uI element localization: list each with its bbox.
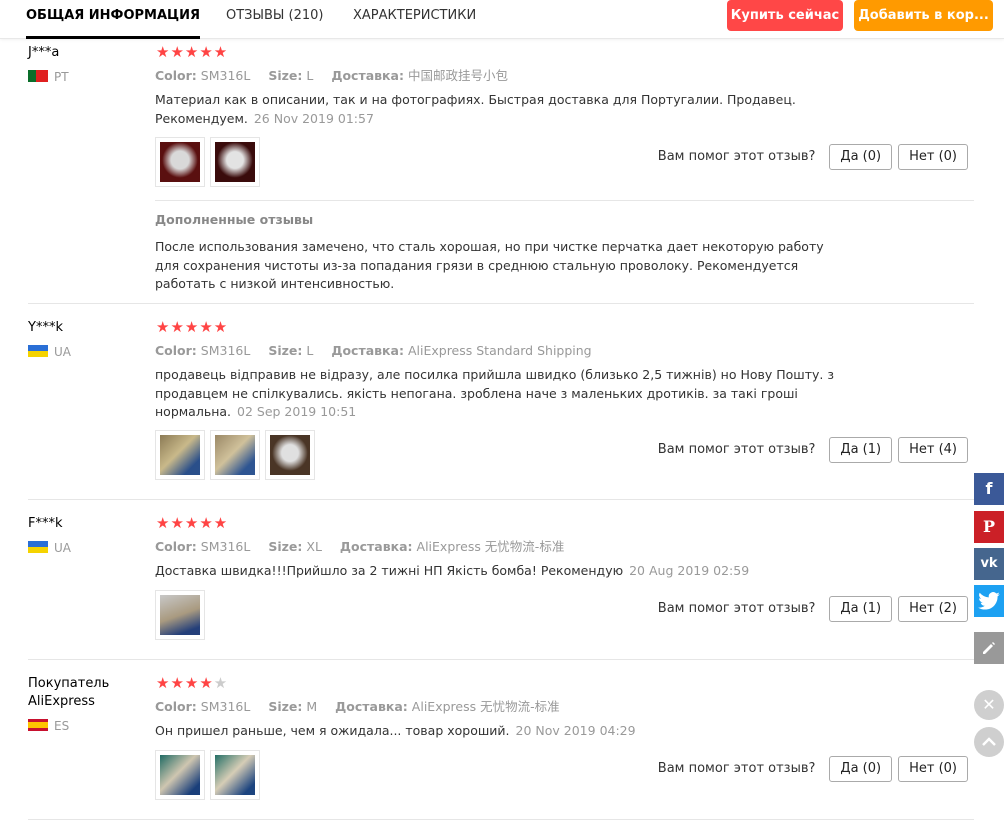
divider (155, 200, 974, 201)
review-text: Доставка швидка!!!Прийшло за 2 тижні НП … (155, 563, 750, 578)
review-date: 20 Aug 2019 02:59 (629, 563, 750, 578)
chevron-up-icon[interactable] (974, 727, 1004, 757)
helpful-block: Вам помог этот отзыв? Да (1) Нет (4) (658, 437, 968, 463)
flag-pt-icon (28, 70, 48, 82)
review-text: Он пришел раньше, чем я ожидала... товар… (155, 723, 636, 738)
review-date: 26 Nov 2019 01:57 (253, 110, 374, 126)
extra-review-text: После использования замечено, что сталь … (155, 239, 824, 291)
facebook-icon[interactable]: f (974, 473, 1004, 505)
reviewer-name: F***k (28, 516, 63, 531)
review-item: F***k UA ★★★★★ Color: SM316L Size: XL Дост… (28, 515, 974, 660)
pinterest-icon[interactable]: P (974, 511, 1004, 543)
review-photo[interactable] (155, 590, 205, 640)
flag-ua-icon (28, 541, 48, 553)
buy-now-button[interactable]: Купить сейчас (727, 0, 843, 31)
helpful-no-button[interactable]: Нет (4) (898, 437, 968, 463)
reviewer-name: Покупатель AliExpress (28, 676, 110, 709)
helpful-no-button[interactable]: Нет (0) (898, 144, 968, 170)
reviewer-name: Y***k (28, 320, 63, 335)
review-meta: Color: SM316L Size: L Доставка: AliExpress … (155, 343, 592, 358)
rating-stars: ★★★★★ (156, 514, 229, 532)
vk-icon[interactable]: vk (974, 548, 1004, 580)
reviewer-name: J***a (28, 45, 60, 60)
review-meta: Color: SM316L Size: XL Доставка: AliExpress… (155, 539, 565, 554)
helpful-block: Вам помог этот отзыв? Да (0) Нет (0) (658, 756, 968, 782)
pencil-icon[interactable] (974, 632, 1004, 664)
review-date: 20 Nov 2019 04:29 (515, 723, 636, 738)
review-text: Материал как в описании, так и на фотогр… (155, 92, 796, 126)
helpful-block: Вам помог этот отзыв? Да (1) Нет (2) (658, 596, 968, 622)
helpful-yes-button[interactable]: Да (0) (829, 144, 893, 170)
rating-stars: ★★★★★ (156, 318, 229, 336)
review-photo[interactable] (210, 750, 260, 800)
close-icon[interactable]: ✕ (974, 690, 1004, 720)
review-item: Покупатель AliExpress ES ★★★★★ Color: SM3… (28, 675, 974, 820)
helpful-yes-button[interactable]: Да (1) (829, 596, 893, 622)
review-meta: Color: SM316L Size: M Доставка: AliExpress … (155, 699, 560, 714)
rating-stars: ★★★★★ (156, 43, 229, 61)
add-to-cart-button[interactable]: Добавить в кор... (854, 0, 993, 31)
review-item: Y***k UA ★★★★★ Color: SM316L Size: L Доста… (28, 319, 974, 500)
reviewer-country: UA (28, 345, 71, 359)
helpful-no-button[interactable]: Нет (0) (898, 756, 968, 782)
tab-bar: ОБЩАЯ ИНФОРМАЦИЯ ОТЗЫВЫ (210) ХАРАКТЕРИС… (0, 0, 1004, 39)
review-text: продавець відправив не відразу, але поси… (155, 367, 835, 419)
review-photo[interactable] (155, 137, 205, 187)
helpful-yes-button[interactable]: Да (1) (829, 437, 893, 463)
helpful-no-button[interactable]: Нет (2) (898, 596, 968, 622)
tab-reviews[interactable]: ОТЗЫВЫ (210) (226, 0, 323, 36)
flag-es-icon (28, 719, 48, 731)
tab-specs[interactable]: ХАРАКТЕРИСТИКИ (353, 0, 476, 36)
review-item: J***a PT ★★★★★ Color: SM316L Size: L Доста… (28, 44, 974, 304)
review-photo[interactable] (155, 430, 205, 480)
rating-stars: ★★★★★ (156, 674, 229, 692)
review-photo[interactable] (210, 430, 260, 480)
reviewer-country: PT (28, 70, 69, 84)
reviewer-country: UA (28, 541, 71, 555)
extra-reviews-title: Дополненные отзывы (155, 212, 314, 227)
review-date: 02 Sep 2019 10:51 (237, 404, 357, 419)
reviewer-country: ES (28, 719, 69, 733)
helpful-block: Вам помог этот отзыв? Да (0) Нет (0) (658, 144, 968, 170)
helpful-yes-button[interactable]: Да (0) (829, 756, 893, 782)
flag-ua-icon (28, 345, 48, 357)
twitter-icon[interactable] (974, 585, 1004, 617)
review-photo[interactable] (210, 137, 260, 187)
review-meta: Color: SM316L Size: L Доставка: 中国邮政挂号小包 (155, 68, 508, 83)
review-photo[interactable] (265, 430, 315, 480)
tab-overview[interactable]: ОБЩАЯ ИНФОРМАЦИЯ (26, 0, 200, 39)
review-photo[interactable] (155, 750, 205, 800)
